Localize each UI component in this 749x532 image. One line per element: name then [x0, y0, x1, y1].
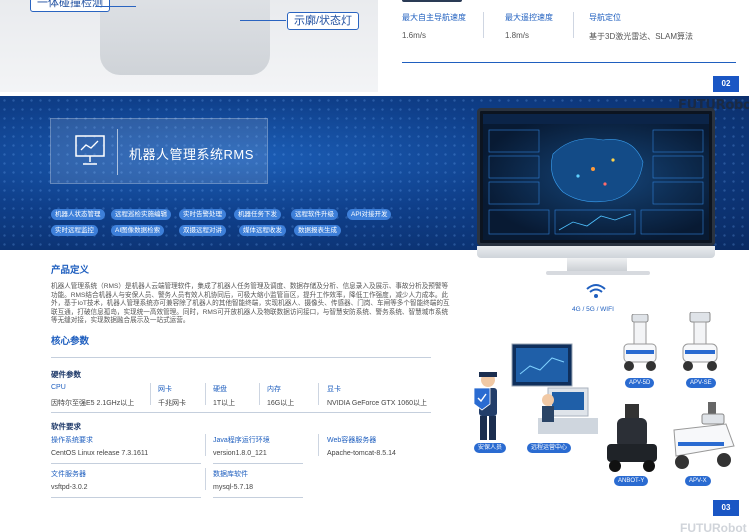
section-rule: [213, 463, 303, 464]
robot-label-apv-se: APV-SE: [686, 378, 716, 388]
monitor-stand: [567, 258, 627, 272]
robot-body-image: [100, 0, 270, 75]
monitor-chin: [477, 246, 715, 258]
operations-center-illustration: [473, 343, 598, 440]
wifi-icon: [586, 284, 606, 298]
param-label-memory: 内存: [267, 386, 281, 393]
divider: [259, 383, 260, 405]
robot-label-apv-x: APV-X: [685, 476, 711, 486]
title-separator: [117, 129, 118, 175]
page-number-badge: 02: [713, 76, 739, 92]
param-label-web: Web容器服务器: [327, 437, 377, 444]
spec-navigation: 导航定位 基于3D激光雷达、SLAM算法: [589, 13, 694, 41]
param-value-db: mysql-5.7.18: [213, 484, 254, 491]
divider: [205, 468, 206, 490]
product-definition-heading: 产品定义: [51, 265, 90, 276]
param-value-memory: 16G以上: [267, 400, 295, 407]
robot-label-apv-5d: APV-5D: [625, 378, 655, 388]
param-label-db: 数据库软件: [213, 471, 248, 478]
robot-apv-x-image: [673, 402, 735, 469]
robot-apv-5d-image: [623, 314, 657, 371]
title-card: 机器人管理系统RMS: [50, 118, 268, 184]
robot-label-anbot-y: ANBOT-Y: [614, 476, 649, 486]
param-label-cpu: CPU: [51, 384, 66, 391]
param-label-nic: 网卡: [158, 386, 172, 393]
divider: [318, 383, 319, 405]
page-number-badge: 03: [713, 500, 739, 516]
divider: [573, 12, 574, 38]
param-label-ftp: 文件服务器: [51, 471, 86, 478]
param-value-disk: 1T以上: [213, 400, 236, 407]
param-label-gpu: 显卡: [327, 386, 341, 393]
feature-tag: 数据报表生成: [294, 225, 341, 236]
speed-specs: 最大自主导航速度 1.6m/s 最大遥控速度 1.8m/s 导航定位 基于3D激…: [402, 0, 736, 64]
param-value-cpu: 因特尔至强E5 2.1GHz以上: [51, 400, 135, 407]
core-params-heading: 核心参数: [51, 336, 90, 347]
dashboard-screen: [483, 114, 709, 240]
previous-page-strip: 一体碰撞检测 示廓/状态灯 最大自主导航速度 1.6m/s 最大遥控速度 1.8…: [0, 0, 749, 92]
param-value-web: Apache-tomcat-8.5.14: [327, 450, 396, 457]
divider: [150, 383, 151, 405]
section-rule: [51, 463, 201, 464]
param-label-java: Java程序运行环境: [213, 437, 270, 444]
feature-tag: 远程巡检实施编辑: [111, 209, 171, 220]
callout-line: [96, 6, 136, 7]
section-rule: [51, 412, 431, 413]
system-title: 机器人管理系统RMS: [129, 147, 254, 162]
product-definition-text: 机器人管理系统（RMS）是机器人云端管理软件，集成了机器人任务管理及调度、数据存…: [51, 283, 450, 325]
feature-tag: 实时远程监控: [51, 225, 98, 236]
divider: [318, 434, 319, 456]
hardware-heading: 硬件参数: [51, 370, 81, 379]
robot-anbot-y-image: [607, 404, 657, 472]
feature-tag: 实时告警处理: [179, 209, 226, 220]
robot-photo: 一体碰撞检测 示廓/状态灯: [0, 0, 378, 92]
footer-logo: FUTURobot: [680, 521, 747, 532]
feature-tag: 媒体远程收发: [239, 225, 286, 236]
robot-label-ops-center: 远程运营中心: [527, 443, 572, 453]
feature-tag: AI图像数据检索: [111, 225, 165, 236]
feature-tag: 远程软件升级: [291, 209, 338, 220]
section-rule: [213, 497, 303, 498]
spec-max-remote-speed: 最大遥控速度 1.8m/s: [505, 13, 553, 40]
dashboard-visual: [483, 114, 709, 235]
param-value-ftp: vsftpd-3.0.2: [51, 484, 88, 491]
spec-max-nav-speed: 最大自主导航速度 1.6m/s: [402, 13, 466, 40]
feature-tag: 机器任务下发: [234, 209, 281, 220]
feature-tag: 机器人状态管理: [51, 209, 105, 220]
monitor-base: [546, 271, 650, 275]
param-value-os: CentOS Linux release 7.3.1611: [51, 450, 149, 457]
callout-line: [240, 20, 286, 21]
feature-tag: API对接开发: [347, 209, 392, 220]
feature-tag: 双摄远程对讲: [179, 225, 226, 236]
robot-label-security-staff: 安保人员: [474, 443, 507, 453]
param-value-java: version1.8.0_121: [213, 450, 267, 457]
robot-apv-se-image: [682, 312, 718, 371]
section-rule: [51, 357, 431, 358]
brochure-page: 一体碰撞检测 示廓/状态灯 最大自主导航速度 1.6m/s 最大遥控速度 1.8…: [0, 0, 749, 532]
param-value-gpu: NVIDIA GeForce GTX 1060以上: [327, 400, 427, 407]
software-heading: 软件要求: [51, 422, 81, 431]
presentation-board-icon: [75, 135, 105, 165]
divider: [205, 434, 206, 456]
network-label: 4G / 5G / WIFI: [572, 306, 614, 313]
section-rule: [51, 497, 201, 498]
param-label-disk: 硬盘: [213, 386, 227, 393]
param-label-os: 操作系统要求: [51, 437, 93, 444]
status-light-callout: 示廓/状态灯: [287, 12, 360, 30]
section-rule: [402, 62, 736, 63]
dashboard-monitor: [477, 108, 715, 246]
param-value-nic: 千兆网卡: [158, 400, 186, 407]
divider: [483, 12, 484, 38]
divider: [205, 383, 206, 405]
